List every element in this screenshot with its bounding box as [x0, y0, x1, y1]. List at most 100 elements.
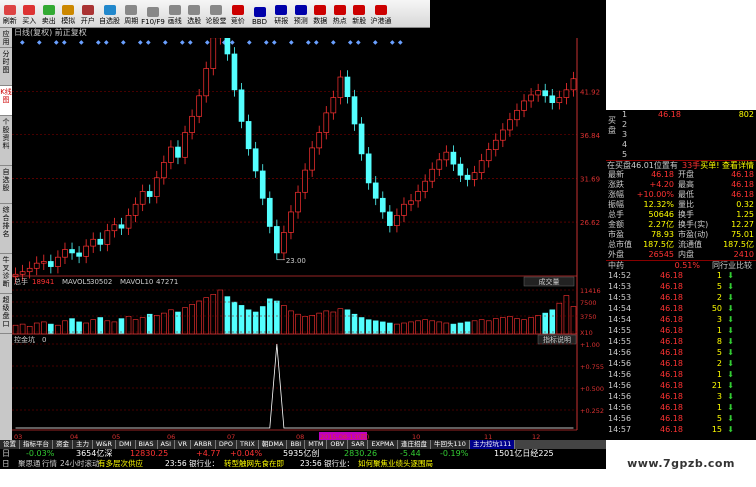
candle-body [436, 159, 443, 170]
indicator-tab-17[interactable]: EXPMA [368, 440, 399, 449]
quote-value-2: 187.5亿 [723, 240, 754, 249]
quote-value-2: 46.18 [731, 190, 754, 199]
candle-body [203, 68, 210, 97]
indicator-tab-3[interactable]: 主力 [73, 440, 93, 449]
left-tab-0[interactable]: 应用 [0, 28, 12, 48]
toolbar-button-9[interactable]: 选股 [185, 0, 205, 28]
tick-price: 46.18 [660, 293, 683, 302]
indicator-tab-19[interactable]: 牛回头110 [431, 440, 470, 449]
candle-body [69, 249, 75, 254]
indicator-tab-16[interactable]: SAR [348, 440, 369, 449]
candle-body [118, 224, 125, 229]
quote-key-2: 最低 [678, 190, 694, 199]
toolbar-button-7[interactable]: F10/F9 [141, 0, 165, 28]
order-level: 5 [622, 150, 628, 159]
news-ticker-item[interactable]: 有多层次供应 [98, 459, 143, 469]
indicator-tab-5[interactable]: DMI [116, 440, 136, 449]
quote-value: 2.27亿 [648, 220, 674, 229]
toolbar-button-8[interactable]: 画线 [165, 0, 185, 28]
left-tab-5[interactable]: 综合排名 [0, 204, 12, 254]
buy-icon [23, 5, 36, 15]
auction-icon [231, 5, 244, 15]
indicator-tab-10[interactable]: DPO [215, 440, 237, 449]
toolbar-button-13[interactable]: 研报 [272, 0, 292, 28]
candle-body [26, 267, 33, 273]
toolbar-button-10[interactable]: 论股堂 [204, 0, 228, 28]
volume-tick-label: 11416 [580, 287, 601, 295]
toolbar-button-0[interactable]: 刷新 [0, 0, 20, 28]
tick-volume: 1 [716, 326, 722, 335]
left-tab-4[interactable]: 自选股 [0, 166, 12, 204]
indicator-tab-9[interactable]: ARBR [190, 440, 216, 449]
chart-area[interactable]: ◆ ◆ ◆ ◆ ◆ ◆ ◆ ◆ ◆ ◆ ◆ ◆ ◆ ◆ ◆ ◆ ◆ ◆ ◆ ◆ ◆ ◆ ◆ ◆ ◆ ◆ ◆ ◆ 41.92 36.84 31… [12, 7, 606, 441]
tick-price: 46.18 [660, 403, 683, 412]
buy-alert-link[interactable]: 买单! 查看详情 [700, 161, 754, 170]
candle-body [507, 119, 513, 131]
indicator-tick-label: +0.500 [580, 385, 604, 393]
toolbar-button-5[interactable]: 自选股 [98, 0, 122, 28]
volume-bar [210, 294, 217, 335]
toolbar-button-label: 卖出 [41, 17, 56, 25]
volume-bar [302, 316, 308, 335]
quote-key-2: 市盈(动) [678, 230, 709, 239]
toolbar-button-6[interactable]: 周期 [122, 0, 142, 28]
toolbar-button-15[interactable]: 数据 [311, 0, 331, 28]
left-tab-1[interactable]: 分时图 [0, 48, 12, 86]
volume-bar [281, 305, 287, 335]
news-ticker-item[interactable]: 如何聚焦业绩头逐围局 [358, 459, 433, 469]
volume-bar [168, 309, 174, 335]
left-vertical-tabs: 应用 分时图 K线图 个股资料 自选股 综合排名 牛叉诊断 超级盘口 [0, 28, 12, 444]
indicator-tab-13[interactable]: BBI [287, 440, 306, 449]
toolbar-button-14[interactable]: 预测 [291, 0, 311, 28]
quote-key: 振幅 [608, 200, 624, 209]
left-tab-7[interactable]: 超级盘口 [0, 294, 12, 334]
toolbar-button-12[interactable]: BBD [248, 0, 272, 28]
toolbar-button-4[interactable]: 开户 [78, 0, 98, 28]
candle-body [210, 37, 217, 69]
tick-row: 14:56 46.18 3 ⬇ [606, 392, 756, 403]
indicator-tab-15[interactable]: OBV [327, 440, 349, 449]
indicator-tab-1[interactable]: 指标平台 [20, 440, 53, 449]
indicator-tab-12[interactable]: 朝DMA [258, 440, 288, 449]
news-ticker-item[interactable]: 转型触网先食在即 [224, 459, 284, 469]
indicator-tab-11[interactable]: TRIX [236, 440, 259, 449]
toolbar-button-11[interactable]: 竞价 [228, 0, 248, 28]
quote-value-2: 46.18 [731, 170, 754, 179]
indicator-tab-20[interactable]: 主力控坑111 [469, 440, 516, 449]
toolbar-button-17[interactable]: 新股 [350, 0, 370, 28]
signal-marker: ◆ [205, 39, 210, 46]
indicator-tab-7[interactable]: ASI [157, 440, 175, 449]
candle-body [556, 97, 563, 103]
news-ticker-item[interactable]: 23:56 银行业： [300, 459, 354, 469]
toolbar-button-16[interactable]: 热点 [330, 0, 350, 28]
candle-body [464, 174, 471, 180]
indicator-tab-6[interactable]: BIAS [135, 440, 158, 449]
indicator-name-label: 控金坑 [14, 335, 35, 344]
news-ticker-item[interactable]: 23:56 银行业： [165, 459, 219, 469]
toolbar-button-1[interactable]: 买入 [20, 0, 40, 28]
indicator-tab-4[interactable]: W&R [93, 440, 117, 449]
left-tab-3[interactable]: 个股资料 [0, 116, 12, 166]
left-tab-2[interactable]: K线图 [0, 86, 12, 116]
tick-price: 46.18 [660, 359, 683, 368]
indicator-tab-18[interactable]: 逢庄招盘 [398, 440, 432, 449]
indicator-tab-8[interactable]: VR [175, 440, 191, 449]
toolbar-button-3[interactable]: 模拟 [59, 0, 79, 28]
chart-title-text: 日线(复权) 前正复权 [14, 28, 87, 37]
date-tick-label: 05 [112, 433, 120, 440]
toolbar-button-18[interactable]: 沪港通 [369, 0, 393, 28]
industry-compare-button[interactable]: 同行业比较 [712, 261, 752, 270]
index-status-item: -5.44 [400, 449, 421, 458]
signal-marker: ◆ [272, 39, 277, 46]
indicator-tab-0[interactable]: 设置 [0, 440, 20, 449]
tick-time: 14:56 [608, 381, 632, 390]
left-tab-6[interactable]: 牛叉诊断 [0, 254, 12, 294]
tick-row: 14:55 46.18 8 ⬇ [606, 337, 756, 348]
indicator-tab-14[interactable]: MTM [305, 440, 328, 449]
date-tick-label: 06 [167, 433, 175, 440]
indicator-tab-2[interactable]: 资金 [53, 440, 73, 449]
toolbar-button-2[interactable]: 卖出 [39, 0, 59, 28]
candle-body [330, 97, 337, 114]
candle-body [492, 139, 499, 150]
kline-chart-svg[interactable]: ◆ ◆ ◆ ◆ ◆ ◆ ◆ ◆ ◆ ◆ ◆ ◆ ◆ ◆ ◆ ◆ ◆ ◆ ◆ ◆ ◆ ◆ ◆ ◆ ◆ ◆ ◆ ◆41.9236.8431… [12, 7, 606, 441]
